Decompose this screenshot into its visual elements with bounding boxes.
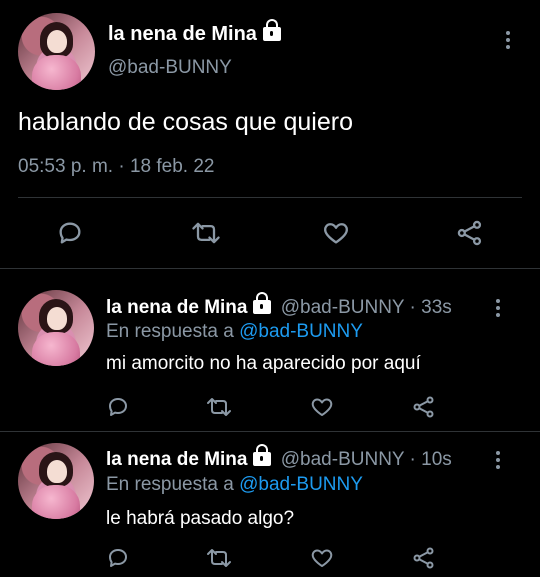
share-icon — [457, 220, 482, 246]
reply-icon — [109, 549, 127, 567]
reply-to-link[interactable]: @bad-BUNNY — [239, 474, 363, 495]
share-button[interactable] — [412, 546, 436, 575]
author-name[interactable]: la nena de Mina — [108, 23, 257, 45]
reply-prefix: En respuesta a — [106, 474, 234, 495]
reply-button[interactable] — [106, 395, 130, 424]
retweet-button[interactable] — [190, 219, 222, 247]
more-options-icon[interactable] — [496, 296, 500, 320]
reply-to-link[interactable]: @bad-BUNNY — [239, 321, 363, 342]
like-icon — [324, 223, 348, 244]
like-button[interactable] — [322, 219, 350, 247]
divider — [0, 268, 540, 269]
divider — [18, 197, 522, 198]
reply-text: le habrá pasado algo? — [106, 508, 295, 529]
like-icon — [311, 398, 333, 416]
more-options-icon[interactable] — [496, 448, 500, 472]
lock-icon — [253, 444, 272, 466]
avatar[interactable] — [18, 290, 94, 366]
like-button[interactable] — [310, 395, 334, 424]
reply-icon — [59, 222, 81, 244]
reply-button[interactable] — [56, 219, 84, 247]
author-meta: @bad-BUNNY · 33s — [280, 297, 452, 318]
reply-button[interactable] — [106, 546, 130, 575]
reply-icon — [109, 398, 127, 416]
share-button[interactable] — [456, 219, 484, 247]
tweet-text: hablando de cosas que quiero — [18, 108, 353, 136]
author-name[interactable]: la nena de Mina — [106, 297, 247, 318]
author-handle[interactable]: @bad-BUNNY — [108, 57, 232, 79]
divider — [0, 431, 540, 432]
avatar[interactable] — [18, 443, 94, 519]
like-icon — [311, 549, 333, 567]
more-options-icon[interactable] — [506, 28, 510, 52]
share-icon — [413, 547, 434, 569]
retweet-icon — [192, 222, 220, 244]
reply-text: mi amorcito no ha aparecido por aquí — [106, 353, 421, 374]
lock-icon — [253, 292, 272, 314]
share-button[interactable] — [412, 395, 436, 424]
retweet-button[interactable] — [205, 546, 233, 575]
reply-prefix: En respuesta a — [106, 321, 234, 342]
share-icon — [413, 396, 434, 418]
tweet-timestamp: 05:53 p. m. · 18 feb. 22 — [18, 156, 215, 177]
retweet-icon — [207, 549, 231, 567]
like-button[interactable] — [310, 546, 334, 575]
author-meta: @bad-BUNNY · 10s — [280, 449, 452, 470]
retweet-button[interactable] — [205, 395, 233, 424]
author-name[interactable]: la nena de Mina — [106, 449, 247, 470]
avatar[interactable] — [18, 13, 95, 90]
retweet-icon — [207, 398, 231, 416]
lock-icon — [262, 19, 281, 41]
